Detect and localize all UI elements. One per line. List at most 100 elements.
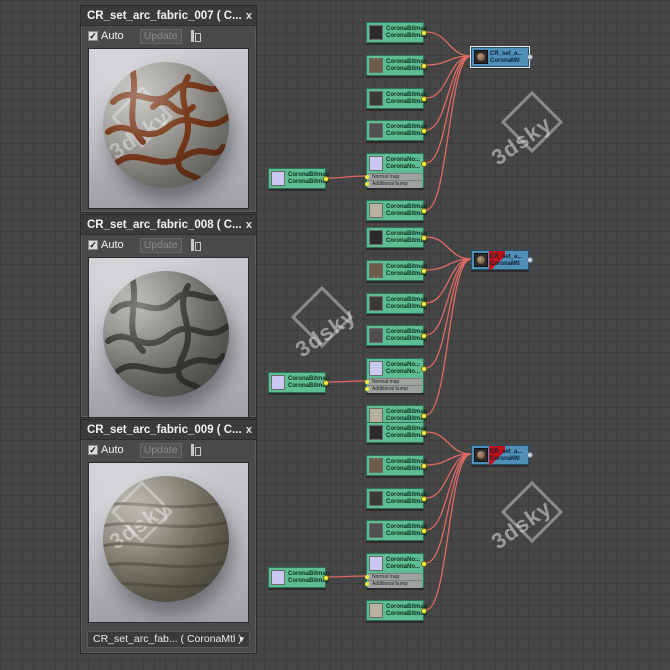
material-preview-panel-007[interactable]: CR_set_arc_fabric_007 ( C... x ✓ Auto Up… <box>80 5 257 213</box>
output-port[interactable] <box>421 63 427 69</box>
material-preview <box>88 462 249 623</box>
additional-bump-slot[interactable]: Additional bump <box>365 180 422 188</box>
update-button[interactable]: Update <box>139 28 182 44</box>
corona-material-node[interactable]: CR_set_a... CoronaMtl <box>471 47 533 67</box>
panel-title-bar[interactable]: CR_set_arc_fabric_009 ( C... x <box>81 420 256 440</box>
corona-bitmap-node[interactable]: CoronaBitmap CoronaBitmap <box>366 55 427 76</box>
output-port[interactable] <box>421 496 427 502</box>
corona-bitmap-node[interactable]: CoronaBitmap CoronaBitmap <box>366 520 427 541</box>
node-menu[interactable]: ... <box>415 555 420 561</box>
corona-bitmap-node[interactable]: CoronaBitmap CoronaBitmap <box>366 22 427 43</box>
output-port[interactable] <box>527 452 533 458</box>
node-wire <box>425 258 472 304</box>
node-wire <box>327 175 366 179</box>
output-port[interactable] <box>421 463 427 469</box>
node-type: CoronaMtl <box>490 58 520 64</box>
node-wire <box>425 431 472 455</box>
node-wire <box>425 258 472 369</box>
node-type: CoronaMtl <box>490 456 520 462</box>
map-thumbnail <box>369 296 383 311</box>
update-button[interactable]: Update <box>139 442 182 458</box>
output-port[interactable] <box>323 176 329 182</box>
node-wire <box>425 258 472 336</box>
output-port[interactable] <box>421 430 427 436</box>
map-thumbnail <box>369 491 383 506</box>
corona-bitmap-node[interactable]: CoronaBitmap CoronaBitmap <box>366 422 427 443</box>
material-selector-dropdown[interactable]: CR_set_arc_fab... ( CoronaMtl ) ▾ <box>87 631 250 648</box>
node-type: CoronaMtl <box>490 261 520 267</box>
map-thumbnail <box>369 25 383 40</box>
auto-checkbox[interactable]: ✓ <box>88 240 98 250</box>
corona-bitmap-node[interactable]: CoronaBitmap CoronaBitmap <box>366 455 427 476</box>
corona-bitmap-node[interactable]: CoronaBitmap CoronaBitmap <box>268 567 329 588</box>
output-port[interactable] <box>421 608 427 614</box>
corona-bitmap-node[interactable]: CoronaBitmap CoronaBitmap <box>366 260 427 281</box>
corona-material-node[interactable]: CR_set_a... CoronaMtl <box>471 445 533 465</box>
corona-material-node[interactable]: CR_set_a... CoronaMtl <box>471 250 533 270</box>
panel-title: CR_set_arc_fabric_007 ( C... <box>87 10 242 22</box>
node-wire <box>425 55 472 131</box>
corona-bitmap-node[interactable]: CoronaBitmap CoronaBitmap <box>366 227 427 248</box>
output-port[interactable] <box>421 208 427 214</box>
corona-normal-node[interactable]: CoronaNo... CoronaNo...... Normal map Addit… <box>365 153 427 188</box>
material-preview-panel-009[interactable]: CR_set_arc_fabric_009 ( C... x ✓ Auto Up… <box>80 419 257 654</box>
close-icon[interactable]: x <box>246 420 252 439</box>
update-button[interactable]: Update <box>139 237 182 253</box>
chevron-down-icon[interactable]: ▾ <box>239 632 244 647</box>
map-thumbnail <box>369 203 383 218</box>
corona-bitmap-node[interactable]: CoronaBitmap CoronaBitmap <box>366 88 427 109</box>
output-port[interactable] <box>421 30 427 36</box>
corona-bitmap-node[interactable]: CoronaBitmap CoronaBitmap <box>366 200 427 221</box>
output-port[interactable] <box>527 257 533 263</box>
auto-label: Auto <box>101 30 124 42</box>
settings-icon[interactable] <box>190 238 201 252</box>
corona-bitmap-node[interactable]: CoronaBitmap CoronaBitmap <box>366 325 427 346</box>
map-thumbnail <box>369 123 383 138</box>
output-port[interactable] <box>323 575 329 581</box>
corona-bitmap-node[interactable]: CoronaBitmap CoronaBitmap <box>268 168 329 189</box>
output-port[interactable] <box>421 333 427 339</box>
material-thumbnail <box>474 448 488 462</box>
close-icon[interactable]: x <box>246 6 252 25</box>
map-thumbnail <box>369 361 383 376</box>
panel-title-bar[interactable]: CR_set_arc_fabric_008 ( C... x <box>81 215 256 235</box>
material-preview-panel-008[interactable]: CR_set_arc_fabric_008 ( C... x ✓ Auto Up… <box>80 214 257 418</box>
auto-checkbox[interactable]: ✓ <box>88 31 98 41</box>
output-port[interactable] <box>421 528 427 534</box>
corona-bitmap-node[interactable]: CoronaBitmap CoronaBitmap <box>366 488 427 509</box>
output-port[interactable] <box>421 413 427 419</box>
output-port[interactable] <box>527 54 533 60</box>
panel-title-bar[interactable]: CR_set_arc_fabric_007 ( C... x <box>81 6 256 26</box>
material-thumbnail <box>474 253 488 267</box>
close-icon[interactable]: x <box>246 215 252 234</box>
output-port[interactable] <box>421 561 427 567</box>
settings-icon[interactable] <box>190 443 201 457</box>
node-wire <box>425 55 472 211</box>
node-wire <box>327 380 366 383</box>
output-port[interactable] <box>421 96 427 102</box>
output-port[interactable] <box>323 380 329 386</box>
corona-bitmap-node[interactable]: CoronaBitmap CoronaBitmap <box>366 120 427 141</box>
corona-normal-node[interactable]: CoronaNo... CoronaNo...... Normal map Addit… <box>365 358 427 393</box>
corona-bitmap-node[interactable]: CoronaBitmap CoronaBitmap <box>268 372 329 393</box>
node-menu[interactable]: ... <box>415 155 420 161</box>
corona-bitmap-node[interactable]: CoronaBitmap CoronaBitmap <box>366 293 427 314</box>
corona-bitmap-node[interactable]: CoronaBitmap CoronaBitmap <box>366 600 427 621</box>
map-thumbnail <box>369 603 383 618</box>
output-port[interactable] <box>421 128 427 134</box>
additional-bump-slot[interactable]: Additional bump <box>365 385 422 393</box>
output-port[interactable] <box>421 161 427 167</box>
settings-icon[interactable] <box>190 29 201 43</box>
auto-label: Auto <box>101 444 124 456</box>
node-wire <box>425 258 472 271</box>
auto-checkbox[interactable]: ✓ <box>88 445 98 455</box>
node-menu[interactable]: ... <box>415 360 420 366</box>
output-port[interactable] <box>421 301 427 307</box>
additional-bump-slot[interactable]: Additional bump <box>365 580 422 588</box>
map-thumbnail <box>369 328 383 343</box>
node-wire <box>327 575 366 578</box>
output-port[interactable] <box>421 268 427 274</box>
output-port[interactable] <box>421 366 427 372</box>
corona-normal-node[interactable]: CoronaNo... CoronaNo...... Normal map Addit… <box>365 553 427 588</box>
output-port[interactable] <box>421 235 427 241</box>
